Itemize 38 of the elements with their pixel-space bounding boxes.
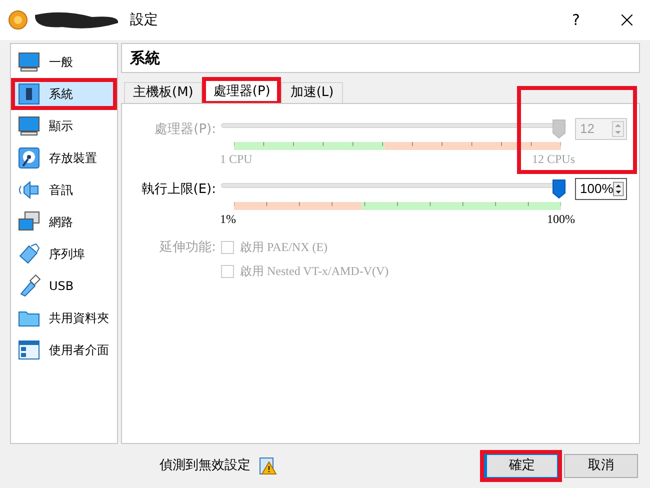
sidebar-item[interactable]: 共用資料夾	[11, 302, 117, 334]
tab[interactable]: 處理器(P)	[204, 79, 280, 103]
sidebar-item[interactable]: 系統	[11, 78, 117, 110]
checkbox-label: 啟用 PAE/NX (E)	[240, 239, 328, 256]
min-label: 1%	[220, 211, 236, 228]
tab[interactable]: 加速(L)	[281, 82, 343, 103]
slider[interactable]	[221, 119, 566, 139]
checkbox-label: 啟用 Nested VT-x/AMD-V(V)	[240, 263, 389, 280]
monitor-icon	[17, 50, 41, 74]
field-label: 處理器(P):	[154, 121, 216, 139]
window-title: 設定	[130, 10, 158, 30]
warning-icon[interactable]	[258, 457, 276, 475]
status-text: 偵測到無效設定	[160, 457, 250, 476]
monitor-icon	[17, 114, 41, 138]
chip-icon	[17, 82, 41, 106]
dialog-button[interactable]: 取消	[564, 454, 638, 478]
sidebar-item[interactable]: 顯示	[11, 110, 117, 142]
sidebar-item[interactable]: 音訊	[11, 174, 117, 206]
spin-arrows-icon[interactable]	[613, 181, 624, 197]
sidebar-item[interactable]: 使用者介面	[11, 334, 117, 366]
window-layout-icon	[17, 338, 41, 362]
max-label: 100%	[547, 211, 575, 228]
sidebar-item[interactable]: 存放裝置	[11, 142, 117, 174]
sidebar-item[interactable]: 網路	[11, 206, 117, 238]
sidebar-item[interactable]: 一般	[11, 46, 117, 78]
help-button[interactable]: ?	[556, 5, 596, 35]
page-title: 系統	[121, 43, 640, 73]
max-label: 12 CPUs	[532, 151, 575, 168]
number-spinbox[interactable]: 100%	[575, 178, 627, 200]
min-label: 1 CPU	[220, 151, 252, 168]
sidebar-item[interactable]: 序列埠	[11, 238, 117, 270]
slider-thumb[interactable]	[552, 179, 566, 199]
field-label: 執行上限(E):	[140, 181, 216, 199]
speaker-icon	[17, 178, 41, 202]
field-label: 延伸功能:	[158, 239, 216, 257]
tab[interactable]: 主機板(M)	[124, 82, 202, 103]
slider[interactable]	[221, 179, 566, 199]
sidebar-item[interactable]: USB	[11, 270, 117, 302]
